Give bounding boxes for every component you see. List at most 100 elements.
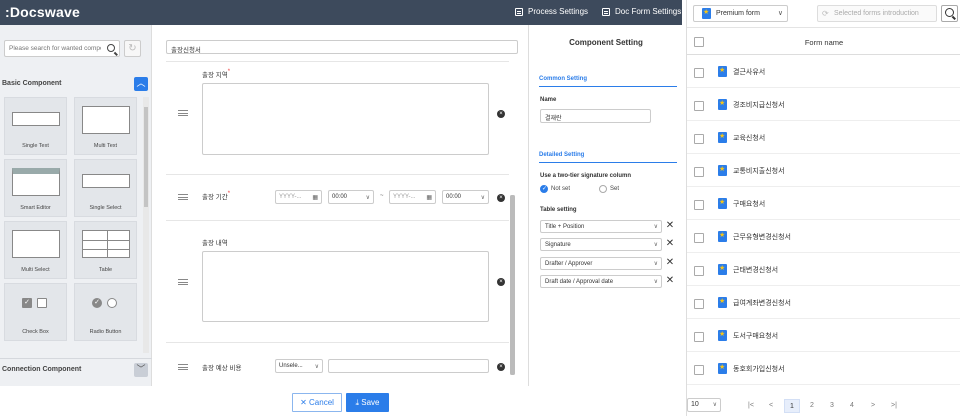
tile-label: Multi Text [93, 143, 118, 149]
document-icon [602, 7, 610, 16]
app-root: :Docswave Process Settings Doc Form Sett… [0, 0, 960, 416]
radio-set[interactable]: Set [599, 185, 619, 193]
row-checkbox[interactable] [694, 101, 704, 111]
table-row[interactable]: 결근사유서 [687, 55, 960, 88]
delete-field-icon[interactable]: × [497, 278, 505, 286]
form-field-travel-details[interactable]: 출장 내역 × [166, 220, 509, 342]
table-row-select[interactable]: Title + Position ∨ [540, 220, 662, 233]
tile-radio-button[interactable]: ✓ Radio Button [74, 283, 137, 341]
drag-handle-icon[interactable] [178, 194, 188, 200]
component-search-input[interactable] [5, 41, 101, 56]
form-title-input[interactable]: 출장신청서 [166, 40, 518, 54]
page-size-select[interactable]: 10 ∨ [687, 398, 721, 412]
delete-field-icon[interactable]: × [497, 194, 505, 202]
name-input[interactable]: 결재란 [540, 109, 651, 123]
table-row[interactable]: 도서구매요청서 [687, 319, 960, 352]
currency-select[interactable]: Unsele... ∨ [275, 359, 323, 373]
row-checkbox[interactable] [694, 365, 704, 375]
table-row-select[interactable]: Draft date / Approval date ∨ [540, 275, 662, 288]
table-row[interactable]: 근태변경신청서 [687, 253, 960, 286]
expand-connection-button[interactable]: ﹀ [134, 363, 148, 377]
table-row[interactable]: 동호회가입신청서 [687, 352, 960, 385]
palette-scrollbar[interactable] [143, 97, 149, 353]
search-icon[interactable] [941, 5, 958, 22]
page-3-button[interactable]: 3 [824, 399, 840, 413]
canvas-scroll-thumb[interactable] [510, 195, 515, 375]
table-row[interactable]: 교육신청서 [687, 121, 960, 154]
form-type-select[interactable]: Premium form ∨ [693, 5, 788, 22]
tile-single-text[interactable]: Single Text [4, 97, 67, 155]
form-library-panel: Premium form ∨ ⟳ Selected forms introduc… [686, 0, 960, 416]
table-row[interactable]: 급여계좌변경신청서 [687, 286, 960, 319]
delete-field-icon[interactable]: × [497, 363, 505, 371]
divider [0, 358, 152, 359]
page-4-button[interactable]: 4 [844, 399, 860, 413]
remove-row-icon[interactable]: ✕ [665, 258, 675, 268]
travel-region-textarea[interactable] [202, 83, 489, 155]
table-row[interactable]: 구매요청서 [687, 187, 960, 220]
first-page-button[interactable]: |< [743, 399, 759, 413]
collapse-basic-button[interactable]: ︿ [134, 77, 148, 91]
row-checkbox[interactable] [694, 68, 704, 78]
row-checkbox[interactable] [694, 167, 704, 177]
form-field-expected-cost[interactable]: 출장 예상 비용 Unsele... ∨ × [166, 342, 509, 386]
tile-label: Smart Editor [20, 205, 51, 211]
tile-single-select[interactable]: Single Select [74, 159, 137, 217]
drag-handle-icon[interactable] [178, 110, 188, 116]
save-button[interactable]: ⤓ Save [346, 393, 389, 412]
row-checkbox[interactable] [694, 134, 704, 144]
process-settings-link[interactable]: Process Settings [515, 7, 588, 16]
cost-input[interactable] [328, 359, 489, 373]
form-doc-icon [718, 231, 727, 242]
last-page-button[interactable]: >| [886, 399, 902, 413]
cancel-button[interactable]: ✕ Cancel [292, 393, 342, 412]
refresh-button[interactable]: ↻ [124, 40, 141, 57]
next-page-button[interactable]: > [865, 399, 881, 413]
selected-forms-intro-button[interactable]: ⟳ Selected forms introduction [817, 5, 937, 22]
tile-check-box[interactable]: ✓ Check Box [4, 283, 67, 341]
table-row[interactable]: 교통비지출신청서 [687, 154, 960, 187]
tile-multi-select[interactable]: Multi Select [4, 221, 67, 279]
row-checkbox[interactable] [694, 200, 704, 210]
start-time-select[interactable]: 00:00 ∨ [328, 190, 374, 204]
checkbox-checked-icon: ✓ [22, 298, 32, 308]
remove-row-icon[interactable]: ✕ [665, 221, 675, 231]
table-row[interactable]: 경조비지급신청서 [687, 88, 960, 121]
end-date-input[interactable]: YYYY-... ▦ [389, 190, 436, 204]
remove-row-icon[interactable]: ✕ [665, 239, 675, 249]
radio-not-set[interactable]: Not set [540, 185, 570, 193]
canvas-scrollbar[interactable] [510, 195, 515, 375]
component-setting-panel: Component Setting Common Setting Name 결재… [528, 25, 682, 386]
start-date-input[interactable]: YYYY-... ▦ [275, 190, 322, 204]
drag-handle-icon[interactable] [178, 364, 188, 370]
page-1-button[interactable]: 1 [784, 399, 800, 413]
form-field-travel-region[interactable]: 출장 지역* × [166, 61, 509, 159]
form-name: 급여계좌변경신청서 [733, 300, 791, 307]
drag-handle-icon[interactable] [178, 279, 188, 285]
row-checkbox[interactable] [694, 299, 704, 309]
form-doc-icon [718, 198, 727, 209]
row-checkbox[interactable] [694, 266, 704, 276]
radio-label: Set [610, 186, 620, 192]
prev-page-button[interactable]: < [763, 399, 779, 413]
form-name: 동호회가입신청서 [733, 366, 785, 373]
form-field-travel-period[interactable]: 출장 기간* YYYY-... ▦ 00:00 ∨ ~ YYYY-... ▦ 00:0… [166, 174, 509, 220]
delete-field-icon[interactable]: × [497, 110, 505, 118]
tile-table[interactable]: Table [74, 221, 137, 279]
end-time-select[interactable]: 00:00 ∨ [442, 190, 489, 204]
row-checkbox[interactable] [694, 332, 704, 342]
table-row[interactable]: 근무유형변경신청서 [687, 220, 960, 253]
table-row-select[interactable]: Signature ∨ [540, 238, 662, 251]
page-2-button[interactable]: 2 [804, 399, 820, 413]
palette-scroll-thumb[interactable] [144, 107, 148, 207]
doc-form-settings-link[interactable]: Doc Form Settings [602, 7, 681, 16]
tile-smart-editor[interactable]: Smart Editor [4, 159, 67, 217]
search-icon[interactable] [107, 44, 115, 52]
chevron-down-icon: ∨ [653, 279, 658, 285]
row-checkbox[interactable] [694, 233, 704, 243]
remove-row-icon[interactable]: ✕ [665, 276, 675, 286]
travel-details-textarea[interactable] [202, 251, 489, 322]
tile-multi-text[interactable]: Multi Text [74, 97, 137, 155]
table-row-select[interactable]: Drafter / Approver ∨ [540, 257, 662, 270]
process-settings-label: Process Settings [528, 7, 589, 16]
